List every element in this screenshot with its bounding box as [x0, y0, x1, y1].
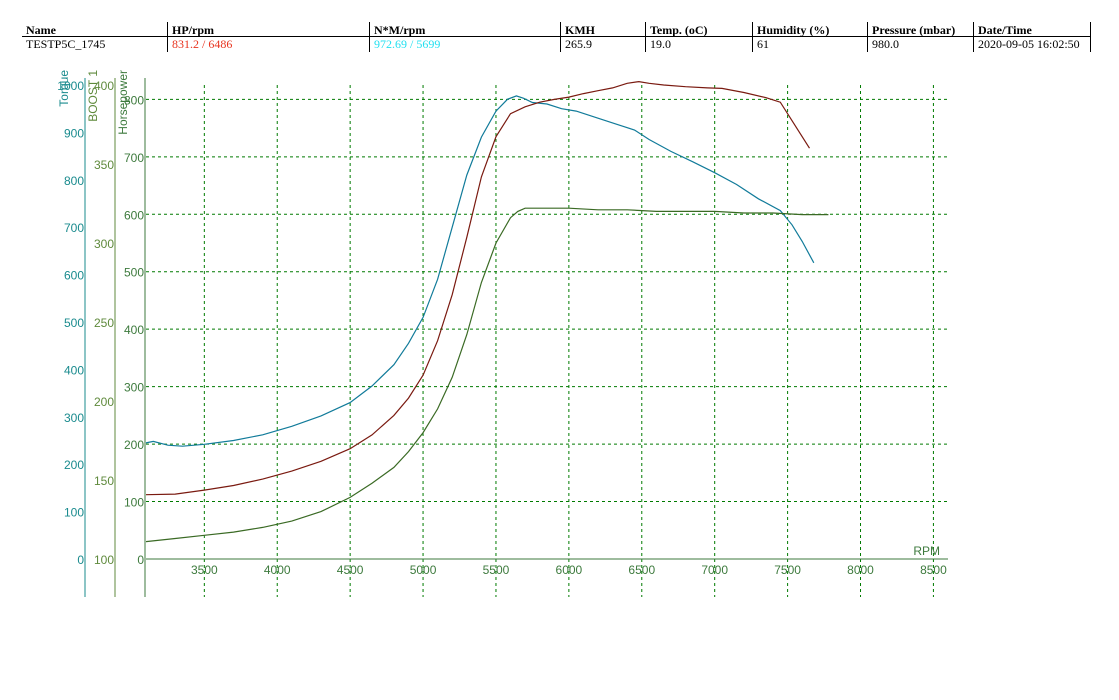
y-tick-label-hp: 500	[124, 266, 144, 280]
header-column-value: 19.0	[650, 37, 671, 51]
y-tick-label-torque: 200	[64, 458, 84, 472]
y-tick-label-torque: 300	[64, 411, 84, 425]
y-axis-title-hp: Horsepower	[116, 70, 130, 135]
x-axis-label: RPM	[913, 544, 940, 558]
header-table: Name TESTP5C_1745 HP/rpm 831.2 / 6486 N*M/rp…	[0, 0, 1119, 60]
x-tick-label: 5500	[483, 563, 510, 577]
series-line-hp	[145, 80, 811, 496]
x-tick-label: 8500	[920, 563, 947, 577]
y-tick-label-torque: 400	[64, 363, 84, 377]
y-tick-label-torque: 0	[77, 553, 84, 567]
header-column-value: 980.0	[872, 37, 899, 51]
y-tick-label-hp: 0	[137, 553, 144, 567]
y-tick-label-torque: 500	[64, 316, 84, 330]
header-divider	[22, 36, 1090, 37]
y-axis-title-boost: BOOST 1	[86, 70, 100, 122]
header-column: KMH 265.9	[560, 22, 646, 52]
y-axis-title-torque: Torque	[57, 70, 71, 107]
header-column: HP/rpm 831.2 / 6486	[167, 22, 370, 52]
y-tick-label-boost: 300	[94, 237, 114, 251]
y-tick-label-boost: 250	[94, 316, 114, 330]
series-line-boost	[145, 207, 829, 543]
header-column-value: 2020-09-05 16:02:50	[978, 37, 1080, 51]
x-tick-label: 7500	[774, 563, 801, 577]
x-tick-label: 6000	[556, 563, 583, 577]
header-column-value: 61	[757, 37, 769, 51]
dyno-chart: 3500 4000 4500 5000 5500 6000 6500 7000 7500 8000…	[57, 70, 948, 597]
x-tick-label: 4500	[337, 563, 364, 577]
header-column: Name TESTP5C_1745	[22, 22, 167, 52]
y-tick-label-boost: 150	[94, 474, 114, 488]
header-column-value: 265.9	[565, 37, 592, 51]
y-tick-label-hp: 300	[124, 381, 144, 395]
y-tick-label-hp: 400	[124, 323, 144, 337]
y-tick-label-hp: 700	[124, 151, 144, 165]
x-tick-label: 8000	[847, 563, 874, 577]
header-column: Pressure (mbar) 980.0	[867, 22, 974, 52]
y-tick-label-boost: 350	[94, 158, 114, 172]
y-tick-label-torque: 700	[64, 221, 84, 235]
x-tick-label: 7000	[701, 563, 728, 577]
header-column-value: 831.2 / 6486	[172, 37, 233, 51]
y-tick-label-torque: 100	[64, 506, 84, 520]
y-tick-label-boost: 200	[94, 395, 114, 409]
y-tick-label-torque: 600	[64, 269, 84, 283]
x-tick-label: 5000	[410, 563, 437, 577]
header-column: Humidity (%) 61	[752, 22, 868, 52]
y-tick-label-torque: 900	[64, 126, 84, 140]
header-column: N*M/rpm 972.69 / 5699	[369, 22, 561, 52]
y-tick-label-torque: 800	[64, 174, 84, 188]
header-column-value: 972.69 / 5699	[374, 37, 441, 51]
x-tick-label: 4000	[264, 563, 291, 577]
y-tick-label-hp: 100	[124, 496, 144, 510]
series-line-torque	[145, 95, 815, 447]
x-tick-label: 3500	[191, 563, 218, 577]
y-tick-label-hp: 600	[124, 208, 144, 222]
header-column: Temp. (oC) 19.0	[645, 22, 753, 52]
header-column: Date/Time 2020-09-05 16:02:50	[973, 22, 1091, 52]
x-tick-label: 6500	[628, 563, 655, 577]
header-column-value: TESTP5C_1745	[26, 37, 106, 51]
y-tick-label-boost: 100	[94, 553, 114, 567]
y-tick-label-hp: 200	[124, 438, 144, 452]
